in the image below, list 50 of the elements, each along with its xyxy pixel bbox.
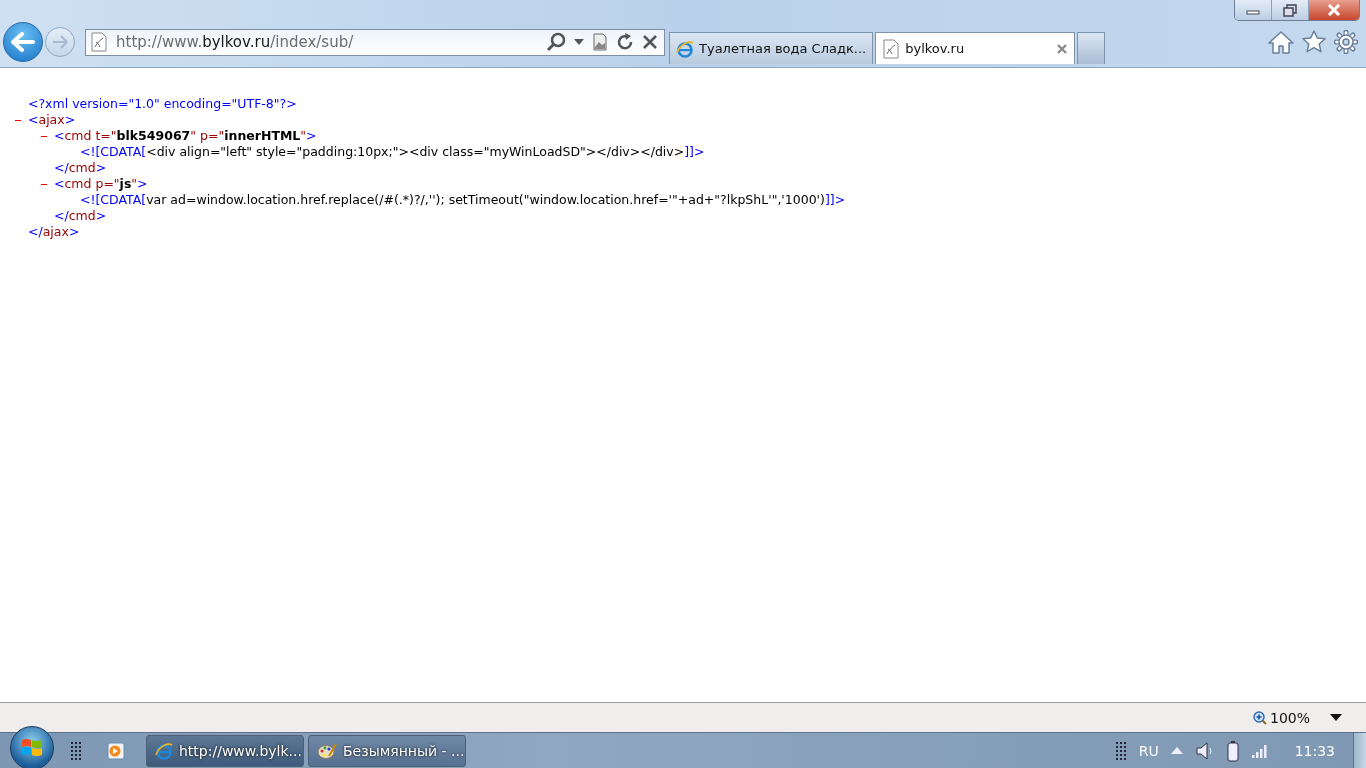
show-desktop-button[interactable]	[1353, 733, 1366, 768]
restore-icon	[1283, 3, 1297, 17]
address-field[interactable]: http://www.bylkov.ru/index/sub/	[85, 28, 665, 56]
clock-text: 11:33	[1294, 742, 1335, 759]
back-button[interactable]	[3, 22, 43, 62]
zoom-icon	[1252, 710, 1267, 725]
close-button[interactable]	[1309, 0, 1359, 20]
battery-icon[interactable]	[1226, 739, 1239, 762]
page-icon	[90, 32, 108, 52]
code-line: <![CDATA[<div align="left" style="padding:10px;"><div class="myWinLoadSD"></div></div>]]>	[80, 144, 705, 160]
minimize-button[interactable]	[1235, 0, 1272, 20]
zoom-button[interactable]: 100%	[1252, 709, 1310, 726]
right-arrow-icon	[52, 35, 68, 49]
browser-tab[interactable]: Туалетная вода Сладк...	[669, 32, 874, 64]
browser-icon	[155, 741, 173, 760]
code-line: </ajax>	[28, 224, 80, 240]
signal-icon[interactable]	[1250, 742, 1269, 759]
stop-icon[interactable]	[642, 34, 658, 50]
code-line: <ajax>	[28, 112, 76, 128]
star-icon[interactable]	[1302, 30, 1326, 54]
search-icon[interactable]	[546, 32, 566, 52]
caret-icon[interactable]	[1330, 714, 1342, 721]
palette-icon	[317, 741, 337, 760]
grip-icon	[70, 740, 82, 761]
restore-button[interactable]	[1272, 0, 1309, 20]
code-line: <cmd p="js">	[54, 176, 148, 192]
refresh-icon[interactable]	[616, 33, 634, 51]
page-icon	[882, 38, 901, 59]
code-line: </cmd>	[54, 160, 107, 176]
close-icon	[1327, 4, 1341, 16]
url-text: http://www.bylkov.ru/index/sub/	[116, 33, 355, 51]
taskbar-button[interactable]: Безымянный - ...	[308, 734, 466, 767]
new-tab-button[interactable]	[1077, 32, 1106, 64]
grip-icon	[1114, 740, 1127, 761]
caret-icon[interactable]	[574, 39, 584, 45]
play-icon	[107, 741, 125, 760]
browser-tab[interactable]: bylkov.ru	[875, 32, 1076, 64]
browser-icon	[676, 39, 694, 58]
close-tab-icon[interactable]	[1056, 42, 1069, 55]
code-line: <cmd t="blk549067" p="innerHTML">	[54, 128, 317, 144]
code-line: <![CDATA[var ad=window.location.href.replace(/#(.*)?/,''); setTimeout("window.location.href='"+ad+"?lkpShL'",'1000')]]>	[80, 192, 846, 208]
home-icon[interactable]	[1268, 30, 1294, 54]
taskbar-button[interactable]: http://www.bylk...	[146, 734, 304, 767]
code-line: <?xml version="1.0" encoding="UTF-8"?>	[28, 96, 297, 112]
code-line: </cmd>	[54, 208, 107, 224]
speaker-icon[interactable]	[1194, 739, 1215, 762]
flag-icon	[21, 736, 43, 759]
settings-icon[interactable]	[1334, 30, 1358, 54]
left-arrow-icon	[11, 32, 35, 52]
page-picture-icon[interactable]	[592, 33, 608, 51]
